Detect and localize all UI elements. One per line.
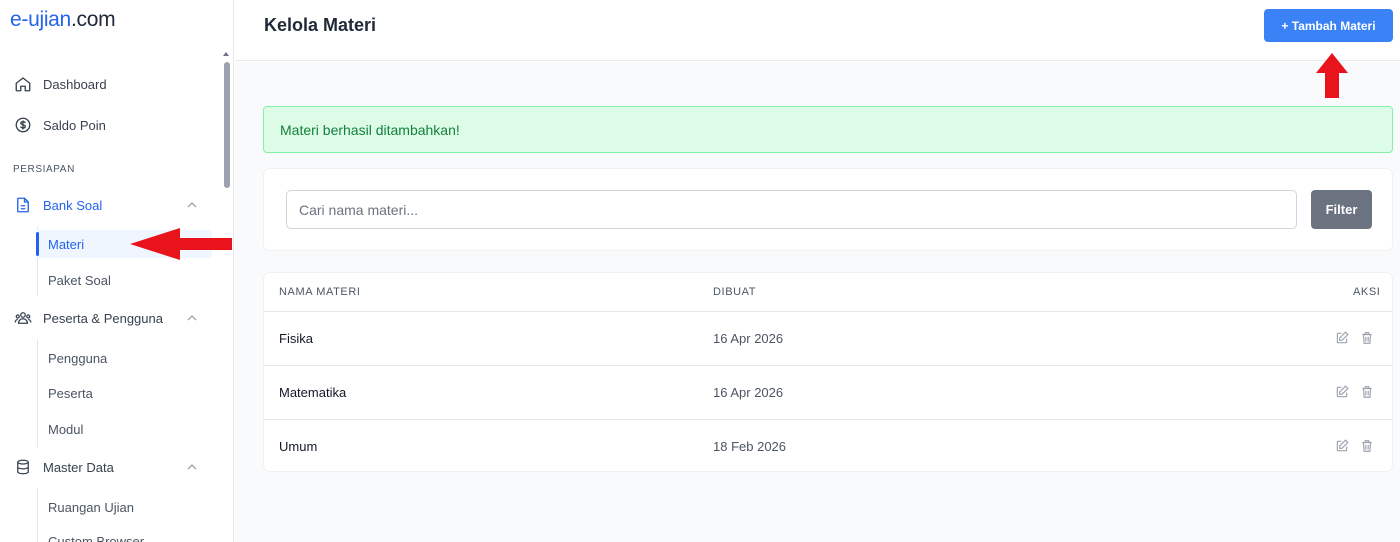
table-row: Umum 18 Feb 2026 bbox=[264, 419, 1392, 473]
top-header: Kelola Materi + Tambah Materi bbox=[235, 0, 1400, 61]
cell-created: 16 Apr 2026 bbox=[713, 385, 784, 400]
logo-tld: .com bbox=[70, 8, 116, 31]
sidebar-item-label: Saldo Poin bbox=[43, 117, 106, 133]
search-input[interactable] bbox=[286, 190, 1297, 229]
trash-icon[interactable] bbox=[1360, 439, 1374, 453]
chevron-up-icon[interactable] bbox=[187, 462, 197, 472]
database-icon bbox=[17, 459, 29, 475]
sidebar-subitem-modul[interactable]: Modul bbox=[48, 422, 83, 437]
main-content: Materi berhasil ditambahkan! Filter NAMA… bbox=[235, 62, 1400, 542]
trash-icon[interactable] bbox=[1360, 385, 1374, 399]
chevron-up-icon[interactable] bbox=[187, 200, 197, 210]
cell-name: Matematika bbox=[279, 385, 347, 400]
filter-button[interactable]: Filter bbox=[1311, 190, 1372, 229]
home-icon bbox=[15, 77, 31, 92]
cell-name: Fisika bbox=[279, 331, 313, 346]
success-alert: Materi berhasil ditambahkan! bbox=[263, 106, 1393, 153]
sidebar-subitem-custom-browser[interactable]: Custom Browser bbox=[48, 534, 144, 542]
column-header-nama: NAMA MATERI bbox=[279, 286, 361, 298]
cell-created: 18 Feb 2026 bbox=[713, 439, 787, 454]
add-materi-button[interactable]: + Tambah Materi bbox=[1264, 9, 1393, 42]
page-title: Kelola Materi bbox=[264, 15, 377, 35]
sidebar-item-saldo-poin[interactable]: Saldo Poin bbox=[14, 114, 106, 136]
sidebar-subitem-pengguna[interactable]: Pengguna bbox=[48, 351, 107, 366]
sidebar: e-ujian.com Dashboard Saldo Poin PERSIAP… bbox=[0, 0, 234, 542]
dollar-circle-icon bbox=[15, 117, 31, 133]
column-header-aksi: AKSI bbox=[1353, 286, 1381, 298]
document-icon bbox=[17, 197, 29, 213]
sidebar-scrollbar[interactable] bbox=[222, 50, 232, 542]
cell-created: 16 Apr 2026 bbox=[713, 331, 784, 346]
table-row: Matematika 16 Apr 2026 bbox=[264, 365, 1392, 419]
scrollbar-thumb[interactable] bbox=[224, 62, 230, 188]
sidebar-subitem-ruangan-ujian[interactable]: Ruangan Ujian bbox=[48, 500, 134, 515]
alert-message: Materi berhasil ditambahkan! bbox=[280, 121, 460, 138]
edit-icon[interactable] bbox=[1335, 439, 1349, 453]
sidebar-item-label: Bank Soal bbox=[43, 197, 103, 213]
edit-icon[interactable] bbox=[1335, 385, 1349, 399]
edit-icon[interactable] bbox=[1335, 331, 1349, 345]
sidebar-item-dashboard[interactable]: Dashboard bbox=[14, 73, 107, 95]
submenu-divider bbox=[37, 488, 38, 542]
active-indicator bbox=[36, 232, 39, 256]
sidebar-item-label: Peserta & Pengguna bbox=[43, 310, 163, 326]
cell-name: Umum bbox=[279, 439, 318, 454]
materi-table: NAMA MATERI DIBUAT AKSI Fisika 16 Apr 20… bbox=[263, 272, 1393, 472]
sidebar-item-peserta-pengguna[interactable]: Peserta & Pengguna bbox=[14, 307, 163, 329]
sidebar-item-bank-soal[interactable]: Bank Soal bbox=[14, 194, 102, 216]
annotation-arrow-up-icon bbox=[1316, 53, 1348, 98]
sidebar-item-master-data[interactable]: Master Data bbox=[14, 456, 114, 478]
logo[interactable]: e-ujian.com bbox=[10, 8, 116, 32]
annotation-arrow-left-icon bbox=[130, 228, 232, 260]
table-row: Fisika 16 Apr 2026 bbox=[264, 311, 1392, 365]
sidebar-subitem-peserta[interactable]: Peserta bbox=[48, 386, 93, 401]
section-label-persiapan: PERSIAPAN bbox=[13, 164, 75, 175]
submenu-divider bbox=[37, 339, 38, 447]
sidebar-subitem-materi[interactable]: Materi bbox=[48, 237, 84, 252]
sidebar-item-label: Dashboard bbox=[43, 76, 107, 92]
users-icon bbox=[14, 312, 32, 324]
sidebar-item-label: Master Data bbox=[43, 459, 114, 475]
filter-card: Filter bbox=[263, 168, 1393, 251]
chevron-up-icon[interactable] bbox=[187, 313, 197, 323]
trash-icon[interactable] bbox=[1360, 331, 1374, 345]
sidebar-subitem-paket-soal[interactable]: Paket Soal bbox=[48, 273, 111, 288]
column-header-dibuat: DIBUAT bbox=[713, 286, 757, 298]
logo-brand: e-ujian bbox=[10, 8, 71, 31]
scroll-up-arrow-icon[interactable] bbox=[223, 52, 229, 56]
